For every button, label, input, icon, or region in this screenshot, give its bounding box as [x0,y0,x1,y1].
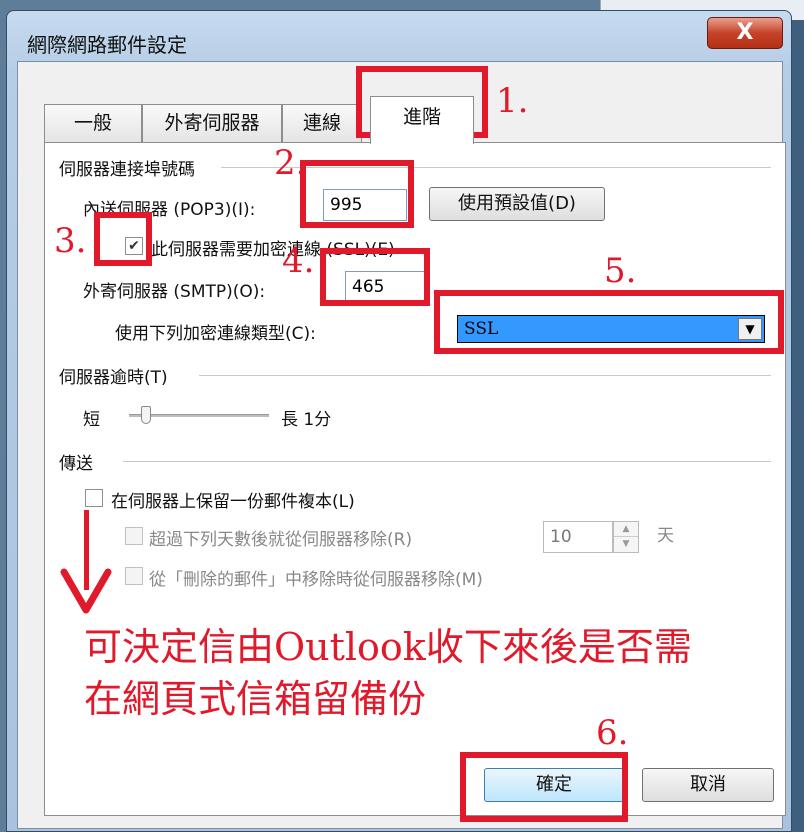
annotation-step-3: 3. [54,221,87,261]
tab-connection[interactable]: 連線 [282,104,362,142]
outgoing-server-label: 外寄伺服器 (SMTP)(O): [83,282,266,302]
timeout-short-label: 短 [83,410,100,430]
tab-outgoing-server[interactable]: 外寄伺服器 [142,104,282,142]
use-defaults-button[interactable]: 使用預設值(D) [429,187,605,221]
annotation-note-line2: 在網頁式信箱留備份 [84,677,427,721]
timeout-group-label: 伺服器逾時(T) [59,368,168,388]
annotation-box-ok-button [460,752,628,822]
remove-deleted-label: 從「刪除的郵件」中移除時從伺服器移除(M) [149,570,483,590]
timeout-slider-thumb[interactable] [140,406,151,424]
annotation-step-5: 5. [604,251,637,291]
annotation-box-incoming-port [300,160,414,228]
timeout-long-label: 長 1分 [281,410,332,430]
days-unit-label: 天 [657,526,674,546]
ports-group-label: 伺服器連接埠號碼 [59,160,195,180]
timeout-group-divider [199,375,771,376]
annotation-step-4: 4. [282,241,315,281]
annotation-step-1: 1. [496,81,529,121]
annotation-box-ssl-checkbox [94,212,152,266]
spinner-up-icon[interactable]: ▲ [614,522,638,537]
keep-copy-label: 在伺服器上保留一份郵件複本(L) [111,492,355,512]
annotation-step-2: 2. [274,143,307,183]
encryption-type-label: 使用下列加密連線類型(C): [115,324,316,344]
days-input[interactable]: 10 [543,521,613,553]
tab-general[interactable]: 一般 [44,104,142,142]
annotation-box-encryption-type [434,290,784,354]
remove-deleted-checkbox[interactable] [125,567,143,585]
cancel-button[interactable]: 取消 [642,768,774,802]
days-spinner[interactable]: ▲ ▼ [613,521,639,553]
keep-copy-checkbox[interactable] [85,489,103,507]
remove-after-days-label: 超過下列天數後就從伺服器移除(R) [149,530,413,550]
tab-advanced[interactable]: 進階 [370,96,474,144]
remove-after-days-checkbox[interactable] [125,527,143,545]
spinner-down-icon[interactable]: ▼ [614,537,638,552]
dialog-title: 網際網路郵件設定 [27,33,187,57]
annotation-step-6: 6. [596,713,629,753]
close-button[interactable]: X [707,17,783,49]
annotation-note-line1: 可決定信由Outlook收下來後是否需 [84,625,692,669]
annotation-box-outgoing-port [320,248,430,306]
annotation-arrow-down-icon [60,568,112,614]
delivery-group-divider [123,461,771,462]
delivery-group-label: 傳送 [59,454,93,474]
